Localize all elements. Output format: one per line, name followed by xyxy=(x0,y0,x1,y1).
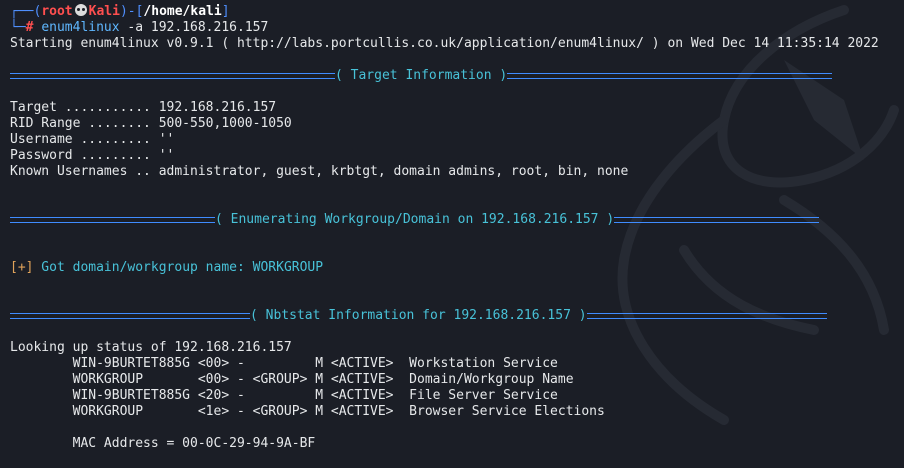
section-rule-right xyxy=(507,72,833,79)
section-rule-right xyxy=(586,312,827,319)
nbt-row: WIN-9BURTET885G <20> - M <ACTIVE> File S… xyxy=(10,388,558,403)
prompt-mid: )-[ xyxy=(119,4,144,19)
nbt-row: WORKGROUP <1e> - <GROUP> M <ACTIVE> Brow… xyxy=(10,404,605,419)
prompt-prefix: └─ xyxy=(10,20,26,35)
skull-icon xyxy=(74,4,87,16)
starting-line: Starting enum4linux v0.9.1 ( http://labs… xyxy=(10,36,879,51)
success-marker: [+] xyxy=(10,260,34,275)
terminal-output: ┌──(root Kali)-[/home/kali] └─# enum4linu… xyxy=(10,4,900,452)
prompt-hash: # xyxy=(25,20,42,35)
section-rule-left xyxy=(10,312,250,319)
target-line: Target ........... 192.168.216.157 xyxy=(10,100,277,115)
section-target-info: ( Target Information ) xyxy=(10,68,900,84)
password-line: Password ......... '' xyxy=(10,148,175,163)
got-domain-text: Got domain/workgroup name: WORKGROUP xyxy=(33,260,324,275)
got-domain-line: [+] Got domain/workgroup name: WORKGROUP xyxy=(10,260,900,276)
prompt-user: root xyxy=(41,4,73,19)
lookup-line: Looking up status of 192.168.216.157 xyxy=(10,340,292,355)
section-rule-left xyxy=(10,216,215,223)
section-nbtstat: ( Nbtstat Information for 192.168.216.15… xyxy=(10,308,900,324)
section-title: ( Nbtstat Information for 192.168.216.15… xyxy=(250,308,587,323)
rid-range-line: RID Range ........ 500-550,1000-1050 xyxy=(10,116,292,131)
nbt-row: WORKGROUP <00> - <GROUP> M <ACTIVE> Doma… xyxy=(10,372,574,387)
mac-address-line: MAC Address = 00-0C-29-94-9A-BF xyxy=(10,436,316,451)
command-name: enum4linux xyxy=(41,20,120,35)
section-rule-right xyxy=(614,216,820,223)
prompt-line-2[interactable]: └─# enum4linux -a 192.168.216.157 xyxy=(10,20,900,36)
prompt-host: Kali xyxy=(88,4,120,19)
prompt-path: /home/kali xyxy=(143,4,222,19)
prompt-close: ] xyxy=(221,4,230,19)
prompt-open: ┌──( xyxy=(10,4,42,19)
prompt-line-1: ┌──(root Kali)-[/home/kali] xyxy=(10,4,900,20)
section-enum-workgroup: ( Enumerating Workgroup/Domain on 192.16… xyxy=(10,212,900,228)
known-usernames-line: Known Usernames .. administrator, guest,… xyxy=(10,164,629,179)
section-title: ( Enumerating Workgroup/Domain on 192.16… xyxy=(215,212,615,227)
username-line: Username ......... '' xyxy=(10,132,175,147)
command-args: -a 192.168.216.157 xyxy=(119,20,269,35)
section-title: ( Target Information ) xyxy=(335,68,508,83)
nbt-row: WIN-9BURTET885G <00> - M <ACTIVE> Workst… xyxy=(10,356,558,371)
section-rule-left xyxy=(10,72,335,79)
